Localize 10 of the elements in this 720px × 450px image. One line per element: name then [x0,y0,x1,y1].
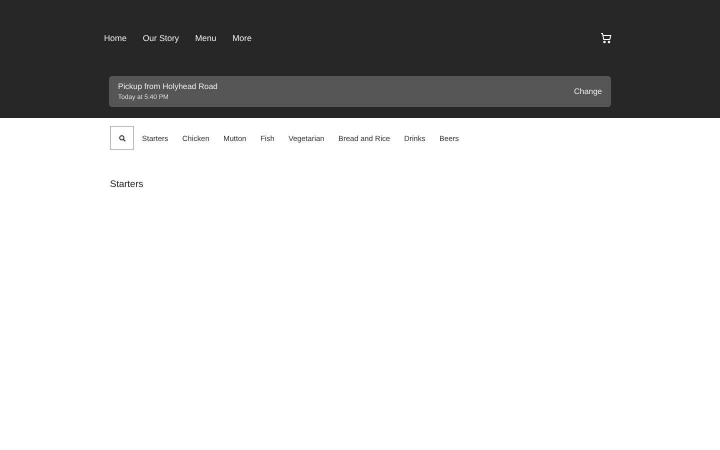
change-button[interactable]: Change [574,87,602,96]
cart-icon[interactable] [600,32,612,44]
nav-link[interactable]: More [232,32,252,42]
search-icon [118,134,126,142]
nav-link[interactable]: Our Story [142,32,180,42]
nav-link[interactable]: Menu [195,32,216,42]
pickup-location: Pickup from Holyhead Road [118,82,219,91]
search-button[interactable] [110,126,134,150]
nav-link[interactable]: Home [104,32,127,42]
section-heading: Starters [110,179,144,190]
